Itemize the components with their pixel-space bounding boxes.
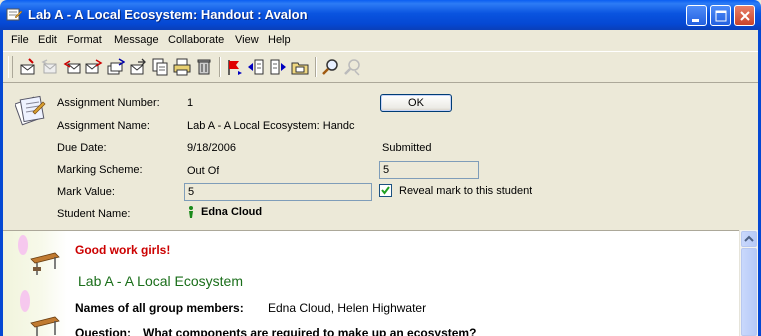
send-icon[interactable]	[129, 58, 147, 76]
scroll-up-button[interactable]	[741, 231, 757, 247]
marking-scheme-label: Marking Scheme:	[57, 164, 143, 176]
group-members-value: Edna Cloud, Helen Highwater	[268, 301, 427, 315]
menu-bar: File Edit Format Message Collaborate Vie…	[3, 30, 758, 50]
menu-file[interactable]: File	[11, 34, 29, 46]
ok-button[interactable]: OK	[380, 94, 452, 112]
reply-disabled-icon[interactable]	[41, 58, 59, 76]
menu-edit[interactable]: Edit	[38, 34, 57, 46]
title-bar[interactable]: Lab A - A Local Ecosystem: Handout : Ava…	[0, 0, 761, 30]
due-date-label: Due Date:	[57, 142, 107, 154]
scroll-thumb[interactable]	[741, 248, 757, 336]
reveal-mark-label[interactable]: Reveal mark to this student	[399, 185, 532, 197]
menu-format[interactable]: Format	[67, 34, 102, 46]
message-icon	[6, 8, 22, 21]
window-title: Lab A - A Local Ecosystem: Handout : Ava…	[28, 7, 308, 22]
student-icon	[189, 206, 193, 218]
close-button[interactable]	[734, 5, 755, 26]
print-icon[interactable]	[173, 58, 191, 76]
maximize-icon	[715, 10, 727, 22]
group-members-label: Names of all group members:	[75, 301, 244, 315]
vertical-scrollbar[interactable]	[739, 230, 758, 336]
teacher-comment: Good work girls!	[75, 243, 171, 257]
find-icon[interactable]	[321, 58, 339, 76]
out-of-field[interactable]: 5	[379, 161, 479, 179]
question-label: Question:	[75, 326, 131, 336]
forward-group-icon[interactable]	[107, 58, 125, 76]
next-icon[interactable]	[269, 58, 287, 76]
delete-icon[interactable]	[195, 58, 213, 76]
forward-icon[interactable]	[85, 58, 103, 76]
toolbar-grip[interactable]	[8, 56, 13, 78]
submission-status: Submitted	[382, 142, 432, 154]
mark-value-label: Mark Value:	[57, 186, 115, 198]
school-desk-icon	[18, 235, 60, 336]
minimize-button[interactable]	[686, 5, 707, 26]
arrow-up-icon	[744, 235, 754, 242]
reply-all-icon[interactable]	[63, 58, 81, 76]
marking-scheme-value: Out Of	[187, 165, 220, 177]
mark-value-field[interactable]: 5	[184, 183, 372, 201]
previous-icon[interactable]	[247, 58, 265, 76]
due-date-value: 9/18/2006	[187, 142, 236, 154]
question-text: What components are required to make up …	[143, 326, 477, 336]
menu-help[interactable]: Help	[268, 34, 291, 46]
new-message-icon[interactable]	[19, 58, 37, 76]
menu-collaborate[interactable]: Collaborate	[168, 34, 224, 46]
document-heading: Lab A - A Local Ecosystem	[78, 273, 243, 289]
reveal-mark-checkbox[interactable]	[379, 184, 392, 197]
assignment-header-panel: Assignment Number: 1 OK Assignment Name:…	[3, 84, 758, 230]
checkmark-icon	[381, 186, 390, 195]
close-icon	[740, 11, 750, 21]
maximize-button[interactable]	[710, 5, 731, 26]
assignment-icon	[15, 95, 46, 126]
toolbar-separator	[315, 57, 317, 77]
flag-icon[interactable]	[225, 58, 243, 76]
assignment-number-value: 1	[187, 97, 194, 109]
menu-message[interactable]: Message	[114, 34, 159, 46]
folder-icon[interactable]	[291, 58, 309, 76]
minimize-icon	[692, 19, 699, 22]
assignment-name-label: Assignment Name:	[57, 120, 150, 132]
assignment-number-label: Assignment Number:	[57, 97, 160, 109]
message-content-area[interactable]: Good work girls! Lab A - A Local Ecosyst…	[3, 230, 739, 336]
copy-icon[interactable]	[151, 58, 169, 76]
toolbar-separator	[219, 57, 221, 77]
menu-view[interactable]: View	[235, 34, 259, 46]
application-window: Lab A - A Local Ecosystem: Handout : Ava…	[0, 0, 761, 336]
student-name-label: Student Name:	[57, 208, 131, 220]
toolbar	[3, 51, 758, 83]
find-disabled-icon[interactable]	[343, 58, 361, 76]
desk-border-decoration	[3, 231, 67, 336]
student-name-value: Edna Cloud	[201, 206, 263, 218]
assignment-name-value: Lab A - A Local Ecosystem: Handc	[187, 120, 355, 132]
